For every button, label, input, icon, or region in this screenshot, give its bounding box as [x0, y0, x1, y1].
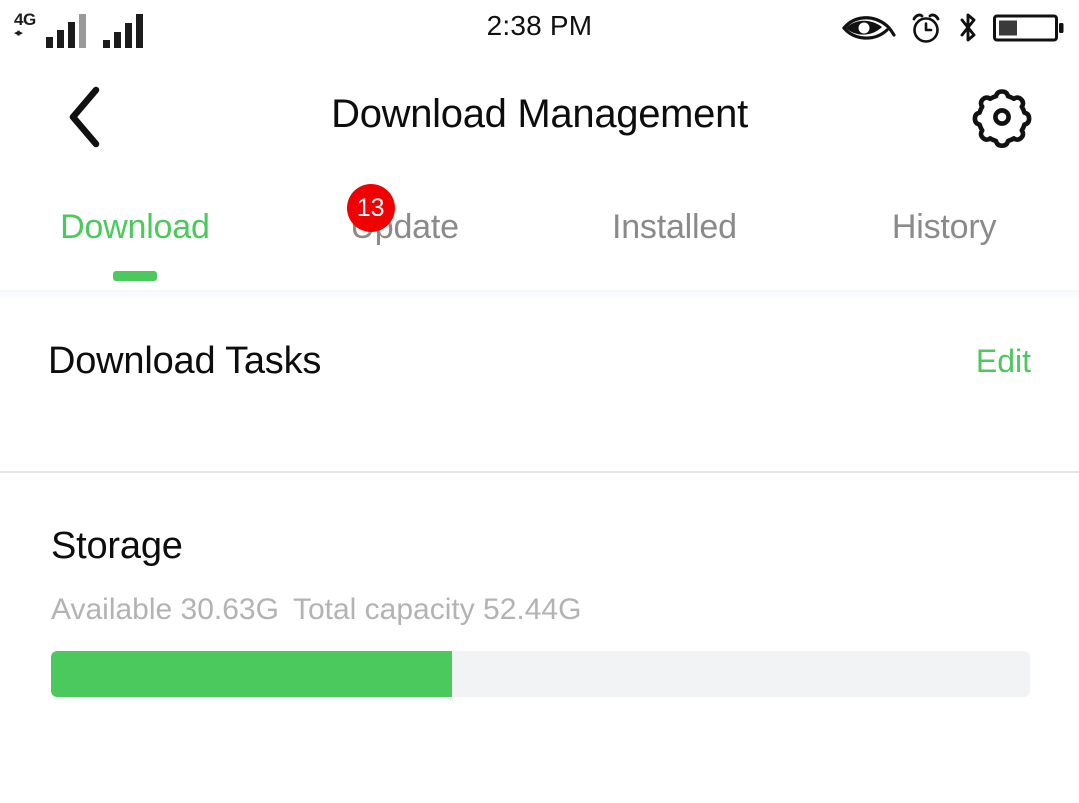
storage-progress-bar — [51, 651, 1030, 697]
page-title: Download Management — [331, 92, 748, 136]
tab-bar-shadow — [0, 290, 1079, 302]
gear-icon — [972, 89, 1032, 148]
storage-available-text: Available 30.63G — [51, 593, 279, 626]
tab-active-indicator — [112, 271, 157, 281]
tab-bar: Download 13 Update Installed History — [0, 184, 1079, 290]
tab-update[interactable]: 13 Update — [270, 184, 540, 290]
tab-download[interactable]: Download — [0, 190, 270, 290]
storage-total-text: Total capacity 52.44G — [292, 593, 582, 626]
eye-icon — [842, 16, 896, 40]
download-tasks-header: Download Tasks Edit — [48, 340, 1031, 383]
status-bar: 4G ◂▸ 2:38 PM — [0, 0, 1079, 56]
settings-button[interactable] — [967, 82, 1037, 152]
storage-progress-fill — [51, 651, 453, 697]
app-header: Download Management — [0, 56, 1079, 184]
edit-button[interactable]: Edit — [976, 343, 1031, 380]
battery-icon — [993, 14, 1064, 42]
status-bar-right — [842, 8, 1065, 48]
alarm-clock-icon — [912, 13, 940, 43]
tab-history[interactable]: History — [809, 190, 1079, 290]
bluetooth-icon — [960, 13, 976, 42]
tab-installed-label: Installed — [611, 208, 737, 246]
tab-history-label: History — [891, 208, 997, 246]
tab-installed[interactable]: Installed — [540, 190, 810, 290]
storage-title: Storage — [51, 525, 183, 567]
tab-update-badge: 13 — [346, 184, 395, 232]
tab-download-label: Download — [60, 208, 210, 246]
download-tasks-section: Download Tasks Edit — [0, 302, 1079, 472]
storage-stats: Available 30.63G Total capacity 52.44G — [51, 593, 581, 627]
download-tasks-title: Download Tasks — [48, 340, 322, 382]
storage-section: Storage Available 30.63G Total capacity 5… — [0, 473, 1079, 803]
